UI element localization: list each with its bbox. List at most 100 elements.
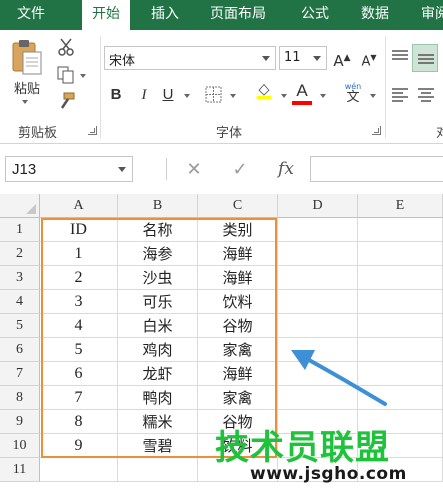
- name-box[interactable]: J13: [5, 156, 133, 182]
- fill-color-dropdown-icon[interactable]: [281, 94, 287, 98]
- paste-button-label[interactable]: 粘贴: [14, 78, 40, 97]
- underline-dropdown-icon[interactable]: [184, 94, 190, 98]
- decrease-font-size-button[interactable]: A▼: [358, 47, 380, 69]
- cell-b3[interactable]: 沙虫: [118, 266, 198, 290]
- confirm-entry-icon[interactable]: ✓: [226, 156, 254, 182]
- cell-c6[interactable]: 家禽: [198, 338, 278, 362]
- tab-insert[interactable]: 插入: [140, 0, 190, 30]
- align-center-icon[interactable]: [416, 86, 436, 104]
- tab-review[interactable]: 审阅: [410, 0, 443, 30]
- copy-icon[interactable]: [56, 66, 76, 84]
- cell-e5[interactable]: [358, 314, 443, 338]
- chevron-down-icon[interactable]: [118, 167, 126, 172]
- cell-c5[interactable]: 谷物: [198, 314, 278, 338]
- paste-icon[interactable]: [10, 38, 44, 78]
- cell-a2[interactable]: 1: [40, 242, 118, 266]
- cell-a6[interactable]: 5: [40, 338, 118, 362]
- column-header-b[interactable]: B: [118, 194, 198, 218]
- paste-dropdown-icon[interactable]: [22, 100, 28, 104]
- cell-a11[interactable]: [40, 458, 118, 482]
- cell-c8[interactable]: 家禽: [198, 386, 278, 410]
- row-header-9[interactable]: 9: [0, 410, 40, 434]
- row-header-3[interactable]: 3: [0, 266, 40, 290]
- row-header-7[interactable]: 7: [0, 362, 40, 386]
- cell-a9[interactable]: 8: [40, 410, 118, 434]
- fill-color-icon[interactable]: [254, 82, 274, 100]
- copy-dropdown-icon[interactable]: [80, 74, 86, 78]
- row-header-2[interactable]: 2: [0, 242, 40, 266]
- cell-b6[interactable]: 鸡肉: [118, 338, 198, 362]
- bold-button[interactable]: B: [106, 84, 126, 106]
- cell-b1[interactable]: 名称: [118, 218, 198, 242]
- cell-d2[interactable]: [278, 242, 358, 266]
- cell-b11[interactable]: [118, 458, 198, 482]
- row-header-11[interactable]: 11: [0, 458, 40, 482]
- font-color-dropdown-icon[interactable]: [320, 94, 326, 98]
- italic-button[interactable]: I: [134, 84, 154, 106]
- chevron-down-icon[interactable]: [313, 56, 321, 61]
- row-header-4[interactable]: 4: [0, 290, 40, 314]
- column-header-d[interactable]: D: [278, 194, 358, 218]
- cell-b8[interactable]: 鸭肉: [118, 386, 198, 410]
- borders-dropdown-icon[interactable]: [230, 94, 236, 98]
- cell-a3[interactable]: 2: [40, 266, 118, 290]
- cell-e3[interactable]: [358, 266, 443, 290]
- cell-b10[interactable]: 雪碧: [118, 434, 198, 458]
- column-header-a[interactable]: A: [40, 194, 118, 218]
- phonetic-dropdown-icon[interactable]: [370, 94, 376, 98]
- align-left-icon[interactable]: [390, 86, 410, 104]
- cell-d3[interactable]: [278, 266, 358, 290]
- select-all-corner[interactable]: [0, 194, 40, 218]
- cell-b4[interactable]: 可乐: [118, 290, 198, 314]
- cell-d4[interactable]: [278, 290, 358, 314]
- chevron-down-icon[interactable]: [262, 56, 270, 61]
- cell-c2[interactable]: 海鲜: [198, 242, 278, 266]
- underline-button[interactable]: U: [158, 84, 178, 106]
- tab-file[interactable]: 文件: [6, 0, 56, 30]
- cell-c3[interactable]: 海鲜: [198, 266, 278, 290]
- cell-a4[interactable]: 3: [40, 290, 118, 314]
- row-header-5[interactable]: 5: [0, 314, 40, 338]
- font-launcher-icon[interactable]: [372, 126, 381, 135]
- clipboard-launcher-icon[interactable]: [88, 126, 97, 135]
- row-header-1[interactable]: 1: [0, 218, 40, 242]
- tab-home[interactable]: 开始: [82, 0, 130, 31]
- cell-a8[interactable]: 7: [40, 386, 118, 410]
- increase-font-size-button[interactable]: A▲: [332, 47, 352, 70]
- column-header-c[interactable]: C: [198, 194, 278, 218]
- cell-b9[interactable]: 糯米: [118, 410, 198, 434]
- insert-function-button[interactable]: fx: [272, 156, 300, 182]
- font-size-combo[interactable]: 11: [279, 46, 327, 70]
- cell-c1[interactable]: 类别: [198, 218, 278, 242]
- cell-c4[interactable]: 饮料: [198, 290, 278, 314]
- cell-e2[interactable]: [358, 242, 443, 266]
- cell-b7[interactable]: 龙虾: [118, 362, 198, 386]
- align-top-icon[interactable]: [390, 48, 410, 66]
- formula-input[interactable]: [310, 156, 443, 182]
- row-header-8[interactable]: 8: [0, 386, 40, 410]
- tab-data[interactable]: 数据: [350, 0, 400, 30]
- format-painter-icon[interactable]: [56, 92, 76, 110]
- cut-icon[interactable]: [56, 38, 76, 56]
- row-header-6[interactable]: 6: [0, 338, 40, 362]
- cell-a10[interactable]: 9: [40, 434, 118, 458]
- cancel-entry-icon[interactable]: ✕: [180, 156, 208, 182]
- cell-e1[interactable]: [358, 218, 443, 242]
- cell-d5[interactable]: [278, 314, 358, 338]
- font-name-combo[interactable]: 宋体: [104, 46, 276, 70]
- phonetic-guide-button[interactable]: wén 文: [342, 82, 364, 106]
- cell-a7[interactable]: 6: [40, 362, 118, 386]
- tab-formulas[interactable]: 公式: [290, 0, 340, 30]
- cell-e4[interactable]: [358, 290, 443, 314]
- cell-a5[interactable]: 4: [40, 314, 118, 338]
- cell-c7[interactable]: 海鲜: [198, 362, 278, 386]
- align-middle-button[interactable]: [412, 44, 438, 72]
- cell-a1[interactable]: ID: [40, 218, 118, 242]
- column-header-e[interactable]: E: [358, 194, 443, 218]
- cell-b2[interactable]: 海参: [118, 242, 198, 266]
- cell-b5[interactable]: 白米: [118, 314, 198, 338]
- cell-d1[interactable]: [278, 218, 358, 242]
- font-color-button[interactable]: A: [292, 80, 312, 102]
- tab-page-layout[interactable]: 页面布局: [198, 0, 278, 30]
- row-header-10[interactable]: 10: [0, 434, 40, 458]
